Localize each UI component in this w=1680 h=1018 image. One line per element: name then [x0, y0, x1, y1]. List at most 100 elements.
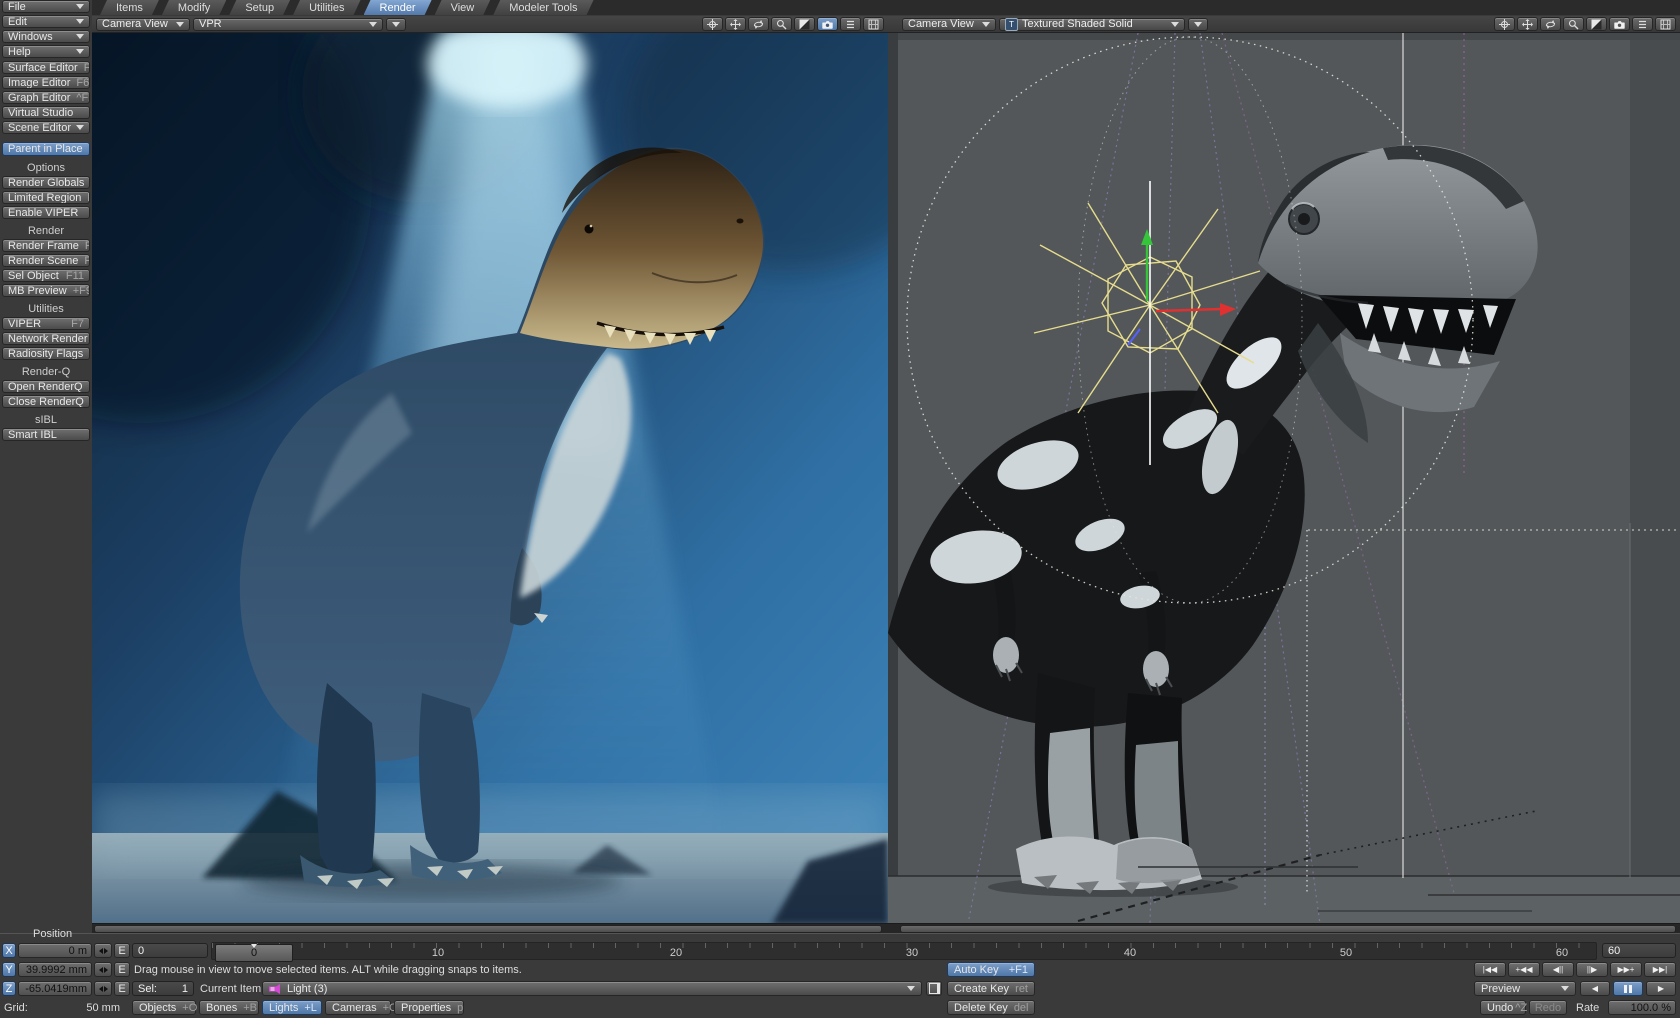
play-reverse-button[interactable]: ◀ — [1580, 981, 1610, 996]
shading-mode-dropdown[interactable]: VPR — [193, 18, 383, 31]
render-scene-button[interactable]: Render SceneF10 — [2, 254, 90, 267]
surface-editor-button[interactable]: Surface EditorF5 — [2, 61, 90, 74]
tab-modeler-tools[interactable]: Modeler Tools — [493, 0, 593, 15]
render-globals-button[interactable]: Render Globals — [2, 176, 90, 189]
pan-icon[interactable] — [702, 17, 723, 31]
properties-button[interactable]: Propertiesp — [394, 1000, 464, 1015]
auto-key-button[interactable]: Auto Key+F1 — [947, 962, 1035, 977]
viewport-options-button[interactable] — [1188, 18, 1208, 31]
tab-render[interactable]: Render — [364, 0, 432, 15]
tab-modify[interactable]: Modify — [162, 0, 226, 15]
list-icon[interactable] — [1632, 17, 1653, 31]
edit-cameras-button[interactable]: Cameras+C — [325, 1000, 391, 1015]
redo-button[interactable]: Redo — [1529, 1000, 1567, 1015]
pause-button[interactable] — [1613, 981, 1643, 996]
x-stepper[interactable] — [94, 943, 112, 958]
next-key-button[interactable]: ▶▶+ — [1610, 962, 1642, 977]
current-frame-field[interactable]: 0 — [132, 943, 208, 958]
play-forward-button[interactable]: ▶ — [1646, 981, 1676, 996]
close-renderq-button[interactable]: Close RenderQ — [2, 395, 90, 408]
axis-z-button[interactable]: Z — [2, 981, 16, 996]
y-envelope-button[interactable]: E — [114, 962, 130, 977]
rate-field[interactable]: 100.0 % — [1608, 1000, 1676, 1015]
item-list-toggle-button[interactable] — [926, 981, 942, 996]
undo-button[interactable]: Undo^Z — [1480, 1000, 1526, 1015]
maximize-icon[interactable] — [1586, 17, 1607, 31]
go-to-start-button[interactable]: |◀◀ — [1474, 962, 1506, 977]
tab-setup[interactable]: Setup — [229, 0, 290, 15]
prev-key-button[interactable]: +◀◀ — [1508, 962, 1540, 977]
graph-editor-button[interactable]: Graph Editor^F2 — [2, 91, 90, 104]
go-to-end-button[interactable]: ▶▶| — [1644, 962, 1676, 977]
sel-object-button[interactable]: Sel ObjectF11 — [2, 269, 90, 282]
radiosity-flags-button[interactable]: Radiosity Flags — [2, 347, 90, 360]
tab-utilities[interactable]: Utilities — [293, 0, 360, 15]
edit-objects-button[interactable]: Objects+O — [132, 1000, 196, 1015]
pan-icon[interactable] — [1494, 17, 1515, 31]
tab-view[interactable]: View — [435, 0, 491, 15]
viewport-right-hscrollbar[interactable] — [888, 923, 1680, 933]
preview-dropdown[interactable]: Preview — [1474, 981, 1576, 996]
viewport-left: Camera View VPR — [92, 16, 888, 933]
viewport-left-hscrollbar[interactable] — [92, 923, 888, 933]
position-y-field[interactable]: 39.9992 mm — [18, 962, 92, 977]
axis-y-button[interactable]: Y — [2, 962, 16, 977]
mb-preview-button[interactable]: MB Preview+F9 — [2, 284, 90, 297]
virtual-studio-button[interactable]: Virtual Studio — [2, 106, 90, 119]
smart-ibl-button[interactable]: Smart IBL — [2, 428, 90, 441]
open-renderq-button[interactable]: Open RenderQ — [2, 380, 90, 393]
z-envelope-button[interactable]: E — [114, 981, 130, 996]
view-type-dropdown[interactable]: Camera View — [96, 18, 190, 31]
rotate-icon[interactable] — [725, 17, 746, 31]
image-editor-button[interactable]: Image EditorF6 — [2, 76, 90, 89]
current-item-label: Current Item — [200, 983, 261, 995]
parent-in-place-button[interactable]: Parent in Place — [2, 142, 90, 156]
keyframe-icon[interactable] — [863, 17, 884, 31]
viewport-options-button[interactable] — [386, 18, 406, 31]
edit-bones-button[interactable]: Bones+B — [199, 1000, 259, 1015]
list-icon[interactable] — [840, 17, 861, 31]
end-frame-field[interactable]: 60 — [1602, 943, 1676, 958]
edit-lights-button[interactable]: Lights+L — [262, 1000, 322, 1015]
enable-viper-button[interactable]: Enable VIPER — [2, 206, 90, 219]
menu-edit[interactable]: Edit — [2, 15, 90, 28]
network-render-button[interactable]: Network Render — [2, 332, 90, 345]
section-title-options: Options — [0, 162, 92, 174]
timeline-ruler[interactable]: 10 20 30 40 50 60 0 — [211, 942, 1597, 960]
shading-mode-dropdown[interactable]: T Textured Shaded Solid — [999, 18, 1185, 31]
tab-items[interactable]: Items — [100, 0, 159, 15]
z-stepper[interactable] — [94, 981, 112, 996]
delete-key-button[interactable]: Delete Keydel — [947, 1000, 1035, 1015]
menu-file[interactable]: File — [2, 0, 90, 13]
zoom-icon[interactable] — [771, 17, 792, 31]
position-x-field[interactable]: 0 m — [18, 943, 92, 958]
current-item-dropdown[interactable]: Light (3) — [262, 981, 922, 996]
viewport-left-canvas[interactable] — [92, 33, 888, 924]
viewport-right-canvas[interactable] — [888, 33, 1680, 924]
x-envelope-button[interactable]: E — [114, 943, 130, 958]
step-back-button[interactable]: ◀|| — [1542, 962, 1574, 977]
menu-windows[interactable]: Windows — [2, 30, 90, 43]
sel-count-field[interactable]: Sel: 1 — [132, 981, 194, 996]
y-stepper[interactable] — [94, 962, 112, 977]
orbit-icon[interactable] — [748, 17, 769, 31]
scene-editor-button[interactable]: Scene Editor — [2, 121, 90, 134]
zoom-icon[interactable] — [1563, 17, 1584, 31]
frame-slider-handle[interactable]: 0 — [215, 944, 293, 962]
position-z-field[interactable]: -65.0419mm — [18, 981, 92, 996]
maximize-icon[interactable] — [794, 17, 815, 31]
axis-x-button[interactable]: X — [2, 943, 16, 958]
limited-region-button[interactable]: Limited Regionl — [2, 191, 90, 204]
viper-button[interactable]: VIPERF7 — [2, 317, 90, 330]
rotate-icon[interactable] — [1517, 17, 1538, 31]
step-forward-button[interactable]: ||▶ — [1576, 962, 1608, 977]
viewport-left-header: Camera View VPR — [92, 16, 888, 33]
render-frame-button[interactable]: Render FrameF9 — [2, 239, 90, 252]
menu-help[interactable]: Help — [2, 45, 90, 58]
camera-icon[interactable] — [1609, 17, 1630, 31]
create-key-button[interactable]: Create Keyret — [947, 981, 1035, 996]
view-type-dropdown[interactable]: Camera View — [902, 18, 996, 31]
orbit-icon[interactable] — [1540, 17, 1561, 31]
keyframe-icon[interactable] — [1655, 17, 1676, 31]
camera-icon[interactable] — [817, 17, 838, 31]
